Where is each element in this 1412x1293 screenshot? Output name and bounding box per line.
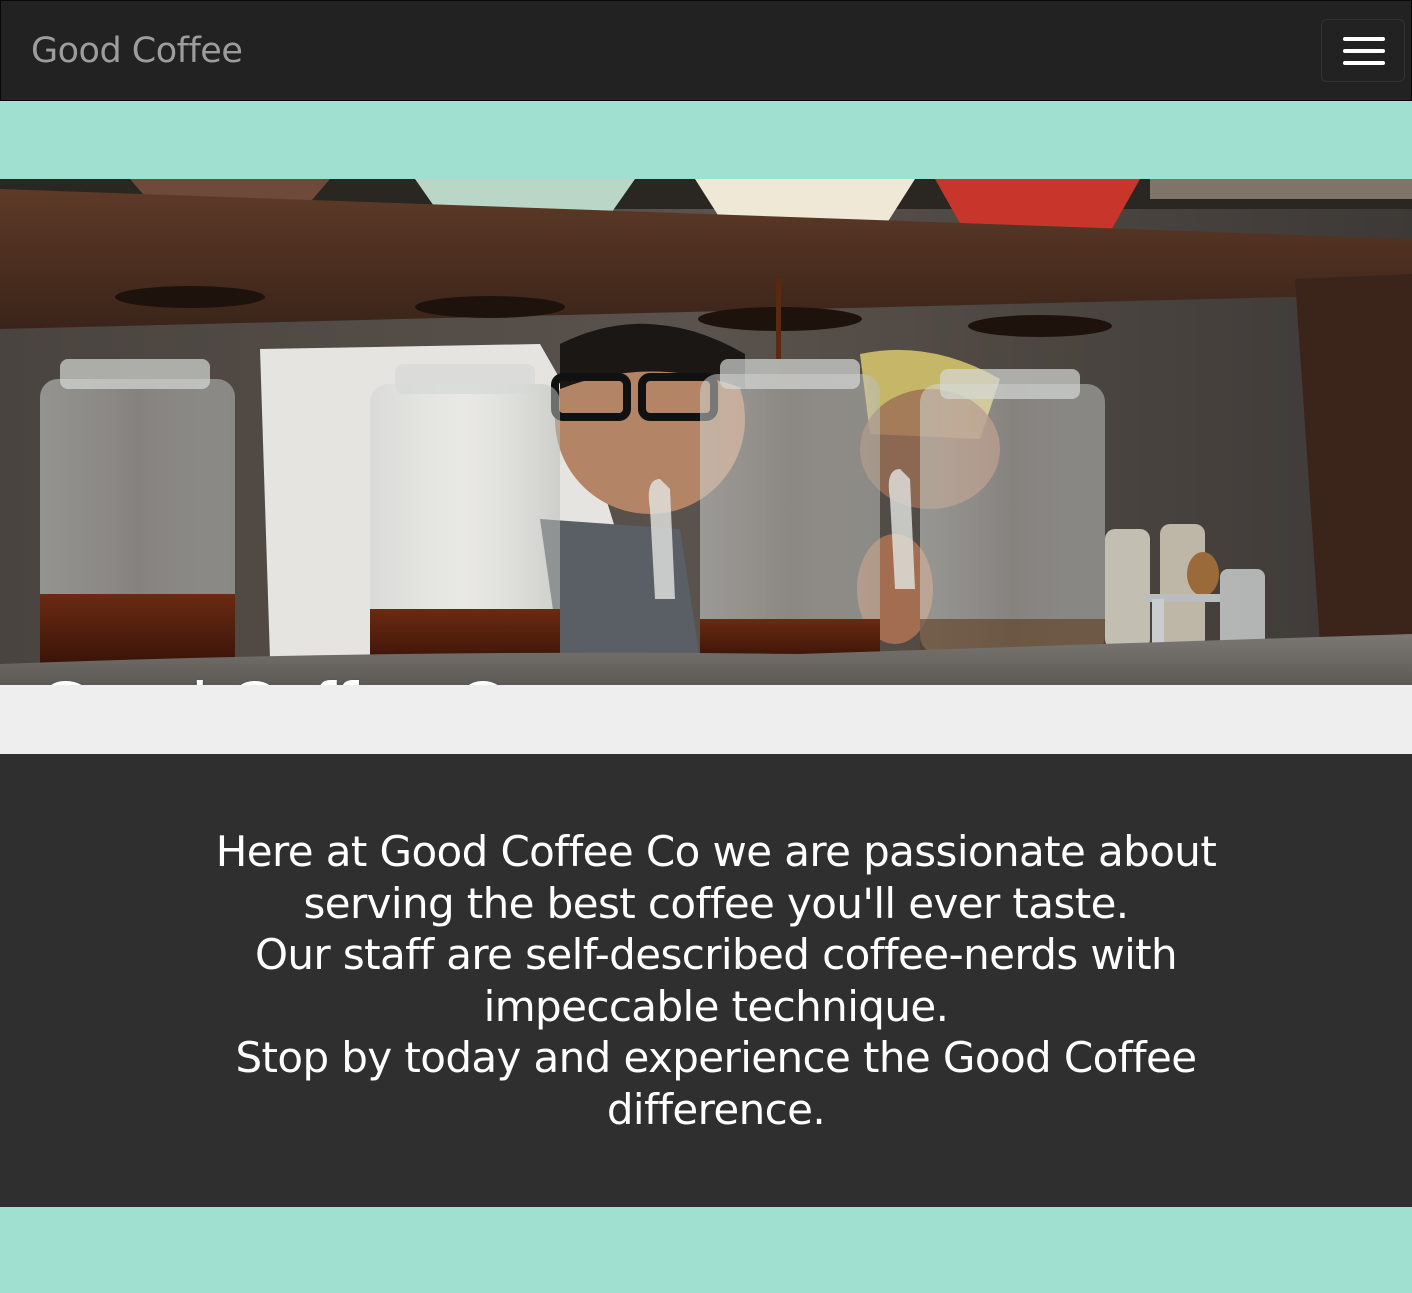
light-divider-band: [0, 685, 1412, 754]
about-line-3: Stop by today and experience the Good Co…: [235, 1033, 1197, 1134]
hero-title: Good Coffee Co.: [38, 663, 560, 685]
accent-band-top: [0, 101, 1412, 179]
navbar: Good Coffee: [0, 0, 1412, 101]
accent-band-bottom: [0, 1207, 1412, 1293]
brand-link[interactable]: Good Coffee: [31, 27, 243, 75]
hero-photo-coffee-bar: [0, 179, 1412, 685]
about-line-2: Our staff are self-described coffee-nerd…: [254, 930, 1178, 1031]
hamburger-menu-icon: [1343, 37, 1385, 41]
hero-banner: Good Coffee Co.: [0, 179, 1412, 685]
hamburger-menu-icon-bar: [1343, 61, 1385, 65]
about-section: Here at Good Coffee Co we are passionate…: [0, 754, 1412, 1207]
hamburger-menu-icon-bar: [1343, 49, 1385, 53]
about-line-1: Here at Good Coffee Co we are passionate…: [215, 827, 1217, 928]
navbar-toggle-button[interactable]: [1321, 19, 1405, 82]
about-text: Here at Good Coffee Co we are passionate…: [140, 826, 1292, 1135]
